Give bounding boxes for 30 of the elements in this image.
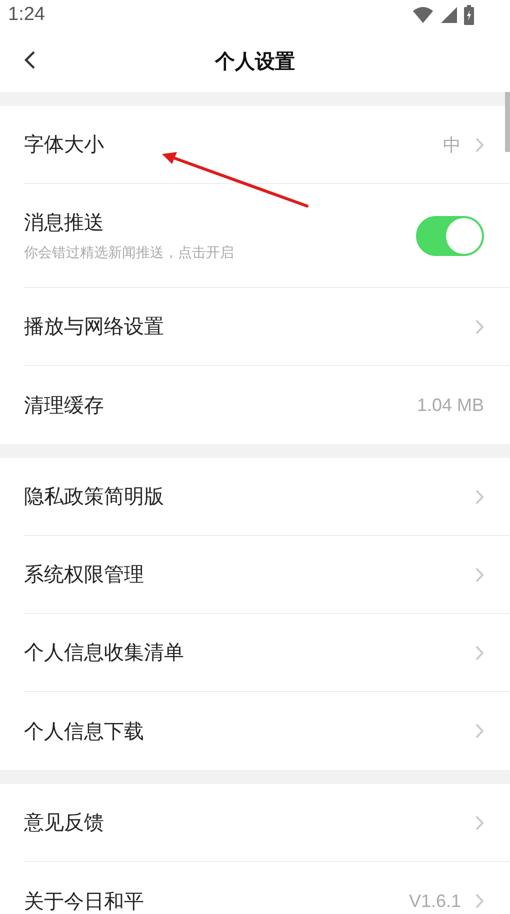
status-time: 1:24 <box>8 4 45 26</box>
page-title: 个人设置 <box>215 48 295 74</box>
row-label[interactable]: 隐私政策简明版 <box>24 483 164 510</box>
row-label[interactable]: 个人信息下载 <box>24 718 144 744</box>
row-label[interactable]: 关于今日和平 <box>24 888 144 914</box>
toggle-switch[interactable] <box>416 216 484 256</box>
chevron-icon <box>475 723 484 739</box>
chevron-icon <box>475 566 484 582</box>
chevron-icon <box>475 893 484 909</box>
signal-icon <box>440 6 458 24</box>
row-label[interactable]: 个人信息收集清单 <box>24 639 184 666</box>
scrollbar <box>505 92 510 152</box>
row-label[interactable]: 系统权限管理 <box>24 561 144 588</box>
chevron-icon <box>475 318 484 334</box>
wifi-icon <box>412 6 434 24</box>
chevron-icon <box>475 136 484 152</box>
chevron-icon <box>475 488 484 504</box>
row-label[interactable]: 清理缓存 <box>24 392 104 418</box>
row-subtitle: 你会错过精选新闻推送，点击开启 <box>24 244 234 262</box>
row-label[interactable]: 字体大小 <box>24 131 104 158</box>
row-value: V1.6.1 <box>408 890 461 912</box>
row-label[interactable]: 意见反馈 <box>24 809 104 836</box>
row-value: 中 <box>443 134 461 156</box>
battery-icon <box>464 5 474 25</box>
row-label[interactable]: 播放与网络设置 <box>24 313 164 340</box>
row-value: 1.04 MB <box>416 394 484 416</box>
chevron-icon <box>475 814 484 830</box>
back-icon <box>24 50 36 70</box>
row-label[interactable]: 消息推送 <box>24 209 234 236</box>
chevron-icon <box>475 644 484 660</box>
